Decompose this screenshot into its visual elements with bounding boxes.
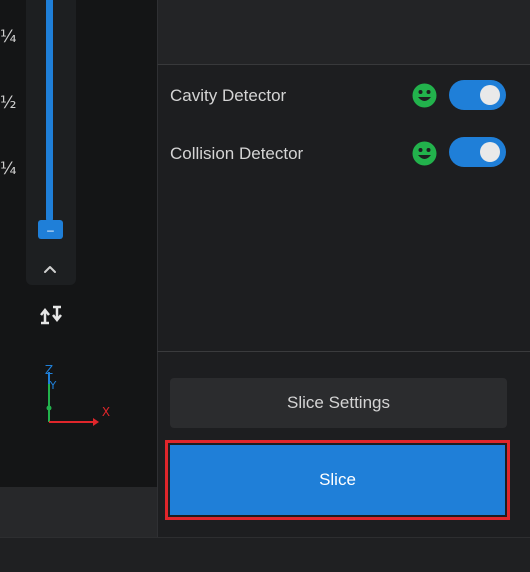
slice-button-label: Slice — [319, 470, 356, 489]
axis-x-label: X — [102, 405, 110, 419]
slice-settings-button[interactable]: Slice Settings — [170, 378, 507, 428]
cavity-detector-toggle[interactable] — [449, 80, 506, 110]
axis-z-label: Z — [45, 363, 53, 377]
ruler-label: ½ — [0, 93, 17, 113]
ruler-label: ¼ — [0, 159, 17, 179]
slice-button[interactable]: Slice — [170, 445, 505, 515]
collision-detector-toggle[interactable] — [449, 137, 506, 167]
toggle-knob — [480, 85, 500, 105]
smiley-green-icon — [412, 83, 437, 108]
viewport-footer — [0, 487, 157, 537]
layer-swap-icon[interactable] — [38, 302, 64, 328]
detector-row-collision: Collision Detector — [170, 138, 303, 170]
detector-label: Cavity Detector — [170, 86, 287, 105]
ruler-label: ¼ — [0, 27, 17, 47]
layer-slider-thumb[interactable]: – — [38, 220, 63, 239]
axis-gizmo: Z Y X — [45, 363, 110, 426]
panel-header — [157, 0, 530, 65]
detector-row-cavity: Cavity Detector — [170, 80, 286, 112]
toggle-knob — [480, 142, 500, 162]
chevron-up-icon[interactable] — [40, 260, 60, 278]
detector-label: Collision Detector — [170, 144, 304, 163]
axis-y-label: Y — [49, 379, 57, 392]
slider-thumb-glyph: – — [47, 222, 54, 237]
layer-slider-track[interactable] — [46, 0, 53, 222]
smiley-green-icon — [412, 141, 437, 166]
viewport-3d[interactable]: ¼ ½ ¼ – Z Y X — [0, 0, 157, 487]
status-bar — [0, 537, 530, 572]
slice-settings-label: Slice Settings — [287, 393, 390, 412]
